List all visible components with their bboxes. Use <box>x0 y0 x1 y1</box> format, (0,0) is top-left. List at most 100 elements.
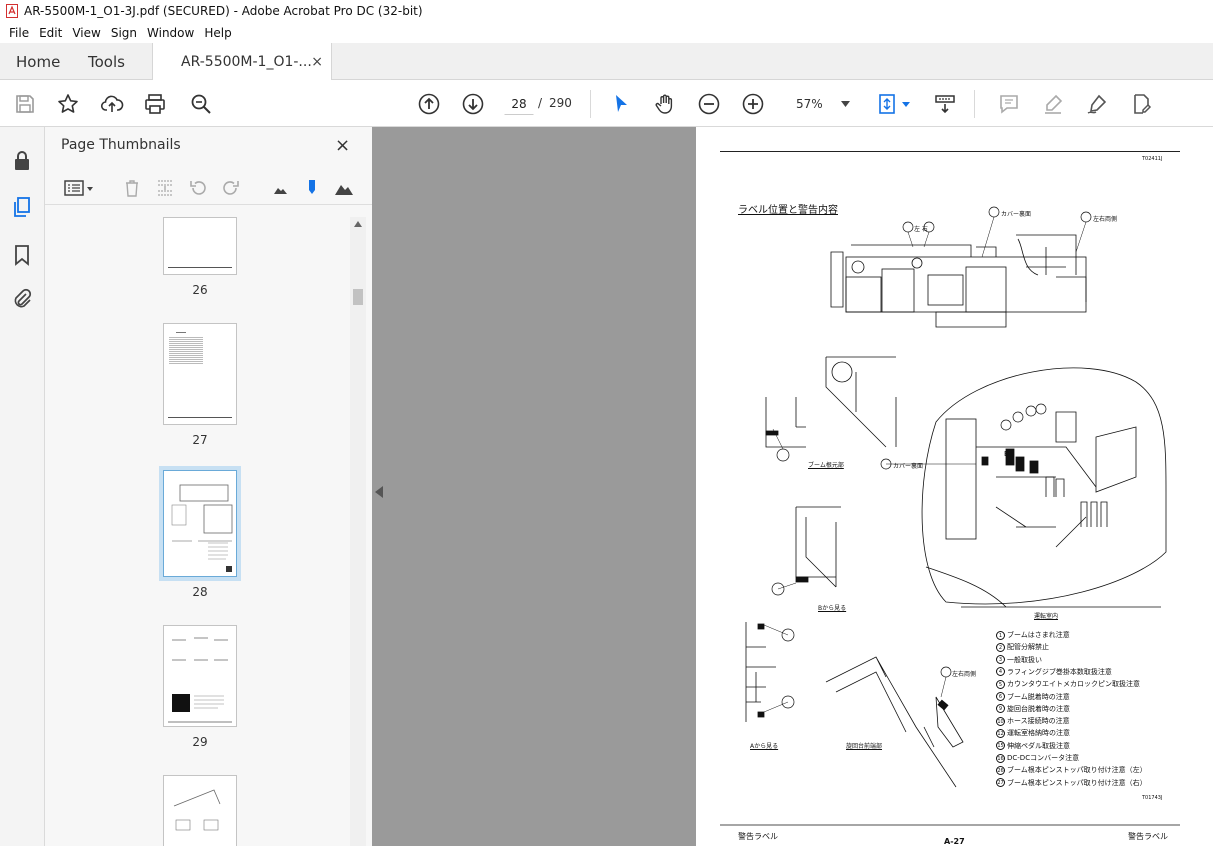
legend-number: 27 <box>996 778 1005 788</box>
star-icon[interactable] <box>55 91 81 117</box>
thumbnail-size-slider-icon[interactable] <box>301 177 323 199</box>
thumbnail-page-30[interactable] <box>163 775 237 846</box>
extract-pages-icon[interactable] <box>154 177 176 199</box>
thumbnail-size-small-icon[interactable] <box>269 177 291 199</box>
fit-page-icon[interactable] <box>874 91 900 117</box>
tab-document-label: AR-5500M-1_O1-... <box>181 54 312 70</box>
page-thumbnails-panel: Page Thumbnails × 26 27 28 29 <box>45 127 372 846</box>
menu-help[interactable]: Help <box>199 26 236 40</box>
lock-icon[interactable] <box>10 149 34 173</box>
next-page-icon[interactable] <box>460 91 486 117</box>
thumbnail-label: 26 <box>192 283 208 297</box>
legend-item: 26 ブーム根本ピンストッパ取り付け注意（左） <box>996 765 1147 775</box>
legend-item: 6 ブーム脱着時の注意 <box>996 692 1070 702</box>
callout-left-right-side-top: 左右両側 <box>1093 216 1118 223</box>
bookmark-icon[interactable] <box>10 243 34 267</box>
scroll-up-icon[interactable] <box>354 221 362 227</box>
main-toolbar: / 290 57% <box>0 80 1213 127</box>
rotate-counterclockwise-icon[interactable] <box>187 177 209 199</box>
thumbnail-page-28-preview <box>171 484 233 572</box>
legend-item: 10 ホース接続時の注意 <box>996 716 1070 726</box>
legend-number: 12 <box>996 728 1005 738</box>
left-navigation-rail <box>0 127 45 846</box>
legend-text: ホース接続時の注意 <box>1007 717 1070 726</box>
legend-item: 2 配管分解禁止 <box>996 642 1049 652</box>
tab-document[interactable]: AR-5500M-1_O1-... × <box>152 43 332 81</box>
previous-page-icon[interactable] <box>416 91 442 117</box>
thumbnail-size-large-icon[interactable] <box>333 177 355 199</box>
legend-number: 6 <box>996 692 1005 701</box>
legend-item: 3 一般取扱い <box>996 655 1042 665</box>
collapse-panel-icon[interactable] <box>375 486 383 498</box>
thumbnail-page-26[interactable] <box>163 217 237 275</box>
panel-title: Page Thumbnails <box>61 137 181 153</box>
chevron-down-icon <box>841 101 850 107</box>
legend-item: 15 伸縮ペダル取扱注意 <box>996 741 1070 751</box>
comment-icon[interactable] <box>996 91 1022 117</box>
thumbnail-toolbar <box>45 171 372 205</box>
menu-edit[interactable]: Edit <box>34 26 67 40</box>
stamp-edit-icon[interactable] <box>1128 91 1154 117</box>
hand-tool-icon[interactable] <box>652 91 678 117</box>
callout-cover-back-mid: カバー裏面 <box>893 463 924 470</box>
thumbnail-page-30-preview <box>173 789 221 831</box>
menu-window[interactable]: Window <box>142 26 199 40</box>
close-panel-icon[interactable]: × <box>335 135 350 156</box>
menu-sign[interactable]: Sign <box>106 26 142 40</box>
scrollbar-thumb[interactable] <box>353 289 363 305</box>
legend-number: 2 <box>996 642 1005 652</box>
toolbar-divider <box>974 90 975 118</box>
legend-text: ブーム根本ピンストッパ取り付け注意（左） <box>1007 766 1147 775</box>
zoom-in-icon[interactable] <box>740 91 766 117</box>
callout-left-right-side-bottom: 左右両側 <box>952 671 977 678</box>
footer-page-number: A-27 <box>944 837 965 846</box>
thumbnail-page-29[interactable] <box>163 625 237 727</box>
sign-pen-icon[interactable] <box>1084 91 1110 117</box>
rotate-clockwise-icon[interactable] <box>220 177 242 199</box>
thumbnail-page-28[interactable] <box>159 466 241 581</box>
acrobat-pdf-icon <box>6 4 18 18</box>
legend-text: 伸縮ペダル取扱注意 <box>1007 741 1070 750</box>
legend-number: 1 <box>996 630 1005 640</box>
thumbnail-page-27[interactable] <box>163 323 237 425</box>
thumbnail-label: 28 <box>192 585 208 599</box>
legend-item: 5 カウンタウエイトメカロックピン取扱注意 <box>996 679 1140 689</box>
toolbar-divider <box>590 90 591 118</box>
callout-boom-base: ブーム根元部 <box>808 462 844 469</box>
highlight-pen-icon[interactable] <box>1040 91 1066 117</box>
zoom-search-icon[interactable] <box>188 91 214 117</box>
callout-view-b: Bから見る <box>818 605 847 612</box>
legend-text: 運転室格納時の注意 <box>1007 729 1070 738</box>
thumbnail-scrollbar[interactable] <box>350 217 366 846</box>
menu-view[interactable]: View <box>67 26 105 40</box>
callout-cover-back-top: カバー裏面 <box>1001 211 1032 218</box>
zoom-level-dropdown[interactable]: 57% <box>780 92 854 116</box>
print-icon[interactable] <box>142 91 168 117</box>
thumbnail-options-menu[interactable] <box>61 177 97 199</box>
legend-item: 12 運転室格納時の注意 <box>996 728 1070 738</box>
tab-tools[interactable]: Tools <box>88 43 125 80</box>
save-icon[interactable] <box>12 91 38 117</box>
scroll-mode-icon[interactable] <box>932 91 958 117</box>
close-tab-icon[interactable]: × <box>311 54 323 70</box>
legend-text: DC-DCコンバータ注意 <box>1007 754 1080 762</box>
legend-item: 16 DC-DCコンバータ注意 <box>996 753 1079 763</box>
upload-cloud-icon[interactable] <box>99 91 125 117</box>
zoom-out-icon[interactable] <box>696 91 722 117</box>
legend-number: 16 <box>996 753 1005 763</box>
thumbnail-label: 29 <box>192 735 208 749</box>
legend-item: 1 ブームはさまれ注意 <box>996 630 1070 640</box>
delete-pages-icon[interactable] <box>121 177 143 199</box>
tab-home[interactable]: Home <box>16 43 60 80</box>
attachment-paperclip-icon[interactable] <box>10 287 34 311</box>
thumbnail-list[interactable]: 26 27 28 29 <box>45 217 350 846</box>
legend-number: 4 <box>996 667 1005 677</box>
page-thumbnails-icon[interactable] <box>10 195 34 219</box>
select-cursor-icon[interactable] <box>608 91 634 117</box>
callout-label-b: B <box>1004 450 1009 458</box>
crane-label-diagram <box>720 206 1180 826</box>
menu-file[interactable]: File <box>4 26 34 40</box>
fit-dropdown-icon[interactable] <box>902 102 910 107</box>
legend-text: 配管分解禁止 <box>1007 643 1049 652</box>
page-number-input[interactable] <box>504 93 534 115</box>
